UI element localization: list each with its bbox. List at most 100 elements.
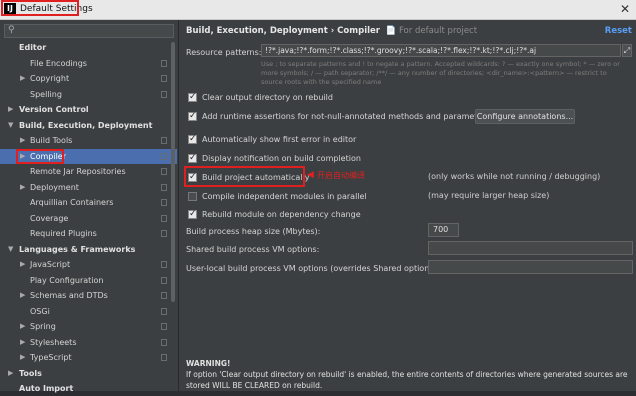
sidebar-item-remote-jar-repositories[interactable]: Remote Jar Repositories (0, 164, 177, 179)
option-label[interactable]: Add runtime assertions for not-null-anno… (202, 111, 490, 123)
option-label[interactable]: Clear output directory on rebuild (202, 92, 333, 104)
user-vm-options-input[interactable] (428, 260, 633, 274)
sidebar-item-label: Auto Import (19, 384, 74, 393)
warning-box: WARNING! If option 'Clear output directo… (186, 358, 631, 391)
sidebar-item-spring[interactable]: ▶ Spring (0, 319, 177, 334)
option-label[interactable]: Rebuild module on dependency change (202, 209, 361, 221)
project-scope-icon (161, 59, 167, 67)
sidebar-item-tools[interactable]: ▶ Tools (0, 366, 177, 381)
option-label[interactable]: Automatically show first error in editor (202, 134, 356, 146)
checkbox-rebuild-module-on-dependency-change[interactable] (188, 208, 197, 220)
shared-vm-options-label: Shared build process VM options: (186, 245, 320, 254)
title-bar: IJ Default Settings ✕ (0, 0, 636, 20)
option-label[interactable]: Compile independent modules in parallel (202, 191, 367, 203)
collapsed-arrow-icon[interactable]: ▶ (20, 319, 25, 334)
sidebar-scrollbar[interactable] (171, 42, 175, 302)
expand-field-icon[interactable]: ⤢ (622, 44, 632, 57)
project-scope-icon (161, 137, 167, 144)
collapsed-arrow-icon[interactable]: ▶ (20, 180, 25, 195)
sidebar-item-osgi[interactable]: OSGi (0, 304, 177, 319)
sidebar-item-label: Build Tools (30, 136, 73, 145)
sidebar-item-file-encodings[interactable]: File Encodings (0, 56, 177, 71)
sidebar-item-label: Required Plugins (30, 229, 97, 238)
sidebar-item-label: Tools (19, 368, 42, 378)
sidebar-item-version-control[interactable]: ▶ Version Control (0, 102, 177, 117)
resource-patterns-hint: Use ; to separate patterns and ! to nega… (261, 60, 620, 86)
collapsed-arrow-icon[interactable]: ▶ (20, 335, 25, 350)
sidebar-item-editor[interactable]: Editor (0, 40, 177, 55)
project-scope-icon (161, 168, 167, 175)
checkbox-compile-independent-modules-in-parallel[interactable] (188, 192, 197, 201)
heap-size-input[interactable]: 700 (428, 223, 459, 237)
shared-vm-options-input[interactable] (428, 241, 633, 255)
collapsed-arrow-icon[interactable]: ▶ (20, 71, 25, 86)
user-vm-options-label: User-local build process VM options (ove… (186, 264, 440, 273)
sidebar-item-label: Copyright (30, 74, 70, 83)
settings-sidebar: ⚲ Editor File Encodings ▶ Copyright Spelling… (0, 20, 179, 393)
sidebar-item-deployment[interactable]: ▶ Deployment (0, 180, 177, 195)
collapsed-arrow-icon[interactable]: ▶ (8, 102, 13, 117)
project-scope-icon (161, 90, 167, 98)
expanded-arrow-icon[interactable]: ▼ (8, 118, 13, 133)
option-label[interactable]: Display notification on build completion (202, 153, 361, 165)
sidebar-item-build-execution-deployment[interactable]: ▼ Build, Execution, Deployment (0, 118, 177, 133)
search-icon: ⚲ (8, 25, 15, 35)
sidebar-item-label: Languages & Frameworks (19, 244, 136, 254)
sidebar-item-typescript[interactable]: ▶ TypeScript (0, 350, 177, 365)
sidebar-item-javascript[interactable]: ▶ JavaScript (0, 257, 177, 272)
settings-search-input[interactable]: ⚲ (4, 24, 174, 38)
sidebar-item-play-configuration[interactable]: Play Configuration (0, 273, 177, 288)
project-scope-icon (161, 276, 167, 284)
expanded-arrow-icon[interactable]: ▼ (8, 242, 13, 257)
project-scope-icon (161, 292, 167, 299)
collapsed-arrow-icon[interactable]: ▶ (20, 288, 25, 303)
collapsed-arrow-icon[interactable]: ▶ (20, 257, 25, 272)
reset-link[interactable]: Reset (605, 26, 632, 36)
checkbox-automatically-show-first-error-in-editor[interactable] (188, 133, 197, 145)
checkbox-display-notification-on-build-completion[interactable] (188, 152, 197, 164)
sidebar-item-spelling[interactable]: Spelling (0, 87, 177, 102)
checkbox-add-runtime-assertions-for-not-null-annotated-methods-and-parameters[interactable] (188, 110, 197, 122)
title-highlight-box (1, 0, 79, 16)
sidebar-item-label: Build, Execution, Deployment (19, 120, 153, 130)
sidebar-item-languages-frameworks[interactable]: ▼ Languages & Frameworks (0, 242, 177, 257)
sidebar-item-label: Play Configuration (30, 275, 104, 285)
breadcrumb: Build, Execution, Deployment › Compiler … (186, 26, 477, 36)
sidebar-item-label: Spelling (30, 89, 62, 99)
sidebar-item-coverage[interactable]: Coverage (0, 211, 177, 226)
project-scope-icon (161, 183, 167, 191)
sidebar-item-arquillian-containers[interactable]: Arquillian Containers (0, 195, 177, 210)
project-scope-icon (161, 214, 167, 222)
compiler-settings-panel: Build, Execution, Deployment › Compiler … (179, 20, 636, 391)
sidebar-item-build-tools[interactable]: ▶ Build Tools (0, 133, 177, 148)
breadcrumb-scope: 📄 For default project (382, 26, 478, 36)
annotation-text: 开启自动编译 (317, 171, 365, 180)
resource-patterns-input[interactable]: !?*.java;!?*.form;!?*.class;!?*.groovy;!… (261, 44, 621, 57)
project-scope-icon (161, 199, 167, 206)
sidebar-item-auto-import[interactable]: Auto Import (0, 381, 177, 396)
configure-annotations-button[interactable]: Configure annotations... (475, 109, 575, 124)
collapsed-arrow-icon[interactable]: ▶ (20, 133, 25, 148)
sidebar-item-label: OSGi (30, 306, 50, 316)
sidebar-item-label: Remote Jar Repositories (30, 167, 126, 176)
sidebar-item-label: Stylesheets (30, 337, 77, 347)
collapsed-arrow-icon[interactable]: ▶ (8, 366, 13, 381)
build-auto-note: (only works while not running / debuggin… (428, 172, 601, 181)
sidebar-item-compiler[interactable]: ▶ Compiler (0, 148, 177, 164)
project-scope-icon (161, 338, 167, 346)
sidebar-item-label: TypeScript (30, 353, 72, 362)
checkbox-clear-output-directory-on-rebuild[interactable] (188, 91, 197, 103)
collapsed-arrow-icon[interactable]: ▶ (20, 350, 25, 365)
compiler-highlight-box (16, 148, 64, 164)
project-scope-icon (161, 75, 167, 82)
project-scope-icon (161, 307, 167, 315)
sidebar-item-label: File Encodings (30, 58, 87, 68)
sidebar-item-label: Spring (30, 322, 56, 331)
sidebar-item-required-plugins[interactable]: Required Plugins (0, 226, 177, 241)
project-scope-icon (161, 230, 167, 237)
sidebar-item-schemas-and-dtds[interactable]: ▶ Schemas and DTDs (0, 288, 177, 303)
sidebar-item-stylesheets[interactable]: ▶ Stylesheets (0, 335, 177, 350)
sidebar-item-copyright[interactable]: ▶ Copyright (0, 71, 177, 86)
sidebar-item-label: Editor (19, 43, 47, 52)
close-icon[interactable]: ✕ (620, 2, 630, 16)
